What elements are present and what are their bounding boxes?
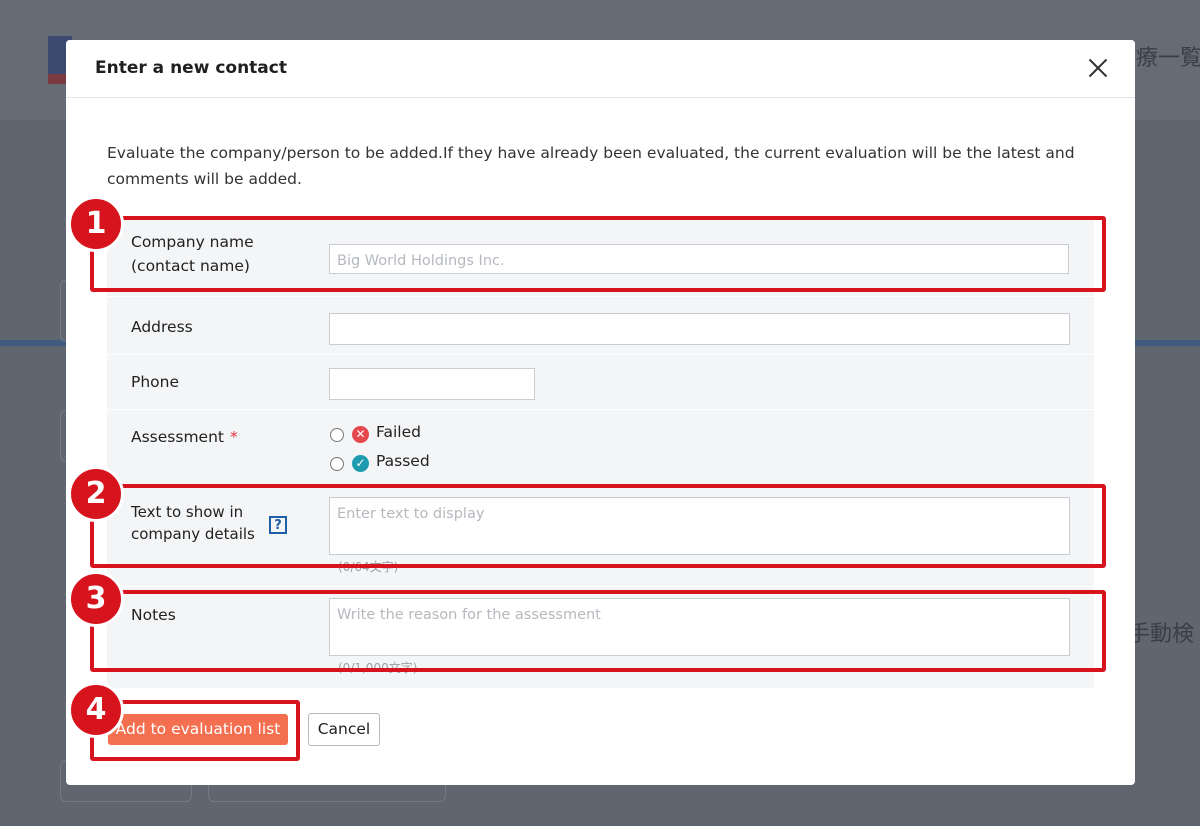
row-divider: [107, 354, 1094, 355]
highlight-company-name: [90, 216, 1106, 292]
row-divider: [107, 409, 1094, 410]
address-label: Address: [131, 318, 193, 336]
step-badge-1: 1: [68, 196, 124, 252]
assessment-failed-radio[interactable]: [330, 428, 344, 442]
dialog-intro-text: Evaluate the company/person to be added.…: [107, 144, 1075, 188]
assessment-passed-radio[interactable]: [330, 457, 344, 471]
x-circle-icon: ✕: [352, 426, 369, 443]
dialog-title: Enter a new contact: [95, 58, 287, 78]
highlight-display-text: [90, 484, 1106, 568]
step-badge-3: 3: [68, 571, 124, 627]
row-divider: [107, 296, 1094, 297]
check-circle-icon: ✓: [352, 455, 369, 472]
phone-input[interactable]: [329, 368, 535, 400]
dialog-header: Enter a new contact: [66, 40, 1135, 98]
close-icon[interactable]: [1084, 54, 1112, 82]
phone-label: Phone: [131, 373, 180, 391]
background-header-text: 療一覧: [1136, 46, 1200, 71]
highlight-notes: [90, 590, 1106, 672]
assessment-label: Assessment *: [131, 425, 238, 449]
address-input[interactable]: [329, 313, 1070, 345]
new-contact-dialog: Enter a new contact Evaluate the company…: [66, 40, 1135, 785]
assessment-label-text: Assessment: [131, 428, 224, 446]
step-badge-2: 2: [68, 466, 124, 522]
row-divider: [107, 586, 1094, 587]
step-badge-4: 4: [68, 682, 124, 738]
assessment-passed-label[interactable]: Passed: [376, 452, 430, 470]
background-side-text: 手動検: [1128, 622, 1195, 647]
required-asterisk: *: [229, 428, 238, 446]
cancel-button[interactable]: Cancel: [308, 713, 380, 746]
assessment-failed-label[interactable]: Failed: [376, 423, 421, 441]
